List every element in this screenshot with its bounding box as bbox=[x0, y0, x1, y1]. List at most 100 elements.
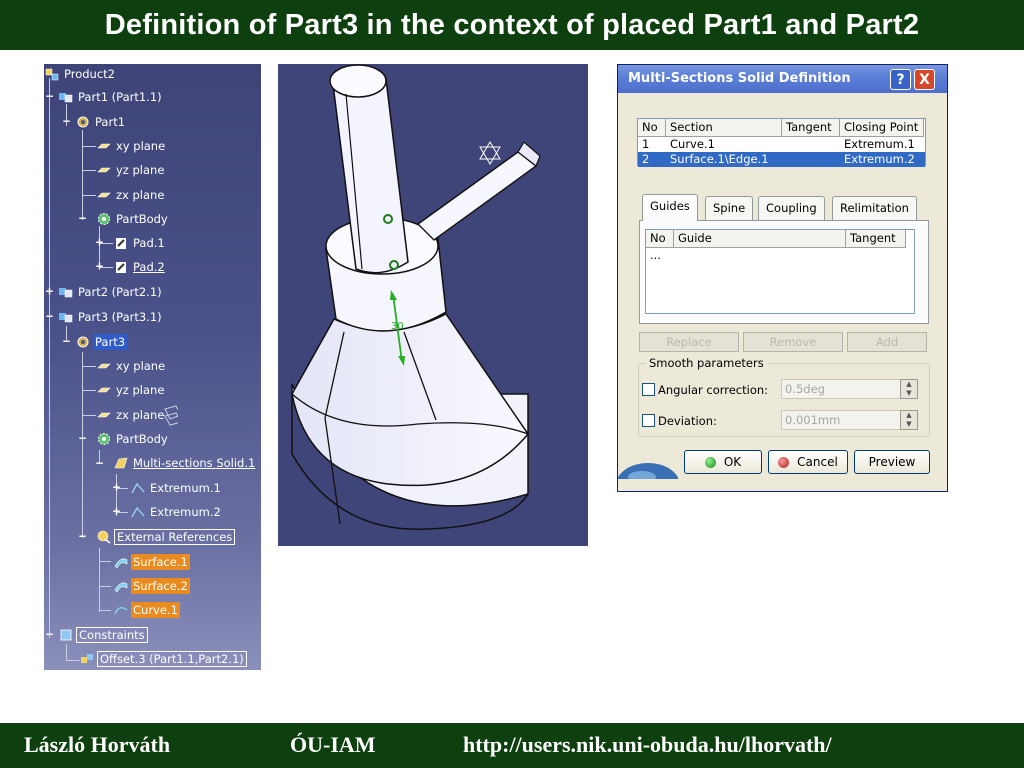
add-button[interactable]: Add bbox=[847, 332, 927, 352]
constraints-icon bbox=[58, 627, 74, 643]
expand-icon[interactable]: + bbox=[112, 481, 121, 493]
3d-model: 30 bbox=[291, 64, 541, 531]
column-header-no[interactable]: No bbox=[638, 119, 666, 137]
deviation-input[interactable]: 0.001mm bbox=[781, 410, 906, 430]
collapse-icon[interactable]: − bbox=[45, 628, 54, 640]
dialog-title: Multi-Sections Solid Definition bbox=[628, 71, 851, 86]
sections-list[interactable]: No Section Tangent Closing Point 1 Curve… bbox=[637, 118, 926, 167]
table-row-selected[interactable]: 2 Surface.1\Edge.1 Extremum.2 bbox=[638, 152, 925, 167]
list-item[interactable]: ... bbox=[646, 248, 914, 263]
cancel-button[interactable]: Cancel bbox=[768, 450, 848, 474]
close-button[interactable]: X bbox=[914, 69, 935, 90]
column-header-closing-point[interactable]: Closing Point bbox=[840, 119, 924, 137]
gear-icon bbox=[75, 334, 91, 350]
tree-item-product2[interactable]: Product2 bbox=[44, 64, 117, 84]
external-references-icon bbox=[96, 529, 112, 545]
column-header-tangent[interactable]: Tangent bbox=[782, 119, 840, 137]
column-header-no[interactable]: No bbox=[646, 230, 674, 248]
tree-item-part1-yz-plane[interactable]: yz plane bbox=[96, 160, 166, 180]
tree-item-part2-instance[interactable]: Part2 (Part2.1) bbox=[58, 282, 164, 302]
angular-correction-label: Angular correction: bbox=[658, 383, 769, 397]
angular-correction-spinner[interactable]: ▲ ▼ bbox=[900, 379, 918, 399]
plane-icon bbox=[96, 358, 112, 374]
tree-item-part3-zx-plane[interactable]: zx plane bbox=[96, 405, 180, 426]
collapse-icon[interactable]: − bbox=[95, 457, 104, 469]
table-row[interactable]: 1 Curve.1 Extremum.1 bbox=[638, 137, 925, 152]
tree-item-part3-partbody[interactable]: PartBody bbox=[96, 429, 170, 449]
collapse-icon[interactable]: − bbox=[78, 530, 87, 542]
multisection-icon bbox=[113, 455, 129, 471]
collapse-icon[interactable]: − bbox=[78, 432, 87, 444]
angular-correction-input[interactable]: 0.5deg bbox=[781, 379, 906, 399]
angular-correction-checkbox[interactable] bbox=[642, 383, 655, 396]
tree-item-part1-xy-plane[interactable]: xy plane bbox=[96, 136, 167, 156]
tree-item-part1-instance[interactable]: Part1 (Part1.1) bbox=[58, 87, 164, 107]
component-icon bbox=[58, 284, 74, 300]
plane-icon bbox=[96, 407, 112, 423]
expand-icon[interactable]: + bbox=[112, 505, 121, 517]
plane-icon bbox=[96, 138, 112, 154]
tree-item-external-references[interactable]: External References bbox=[96, 527, 236, 547]
tab-guides[interactable]: Guides bbox=[642, 194, 698, 221]
component-icon bbox=[58, 89, 74, 105]
column-header-section[interactable]: Section bbox=[666, 119, 782, 137]
expand-icon[interactable]: + bbox=[45, 285, 54, 297]
collapse-icon[interactable]: − bbox=[45, 310, 54, 322]
curve-icon bbox=[130, 480, 146, 496]
tree-item-multisections-solid[interactable]: Multi-sections Solid.1 bbox=[113, 453, 257, 473]
deviation-spinner[interactable]: ▲ ▼ bbox=[900, 410, 918, 430]
preview-button[interactable]: Preview bbox=[854, 450, 930, 474]
expand-icon[interactable]: + bbox=[95, 236, 104, 248]
tree-item-part3[interactable]: Part3 bbox=[75, 332, 128, 352]
tree-item-pad2[interactable]: Pad.2 bbox=[113, 257, 167, 277]
offset-constraint-icon bbox=[79, 651, 95, 667]
tree-item-part3-instance[interactable]: Part3 (Part3.1) bbox=[58, 307, 164, 327]
tab-spine[interactable]: Spine bbox=[705, 196, 754, 220]
product-icon bbox=[44, 66, 60, 82]
tree-item-extremum1[interactable]: Extremum.1 bbox=[130, 478, 223, 498]
collapse-icon[interactable]: − bbox=[62, 115, 71, 127]
tree-item-extremum2[interactable]: Extremum.2 bbox=[130, 502, 223, 522]
pad-icon bbox=[113, 235, 129, 251]
collapse-icon[interactable]: − bbox=[78, 212, 87, 224]
dialog-titlebar[interactable]: Multi-Sections Solid Definition ? X bbox=[618, 65, 947, 93]
partbody-gear-icon bbox=[96, 211, 112, 227]
tree-item-part3-yz-plane[interactable]: yz plane bbox=[96, 380, 166, 400]
deviation-label: Deviation: bbox=[658, 414, 717, 428]
partbody-gear-icon bbox=[96, 431, 112, 447]
tree-item-surface1[interactable]: Surface.1 bbox=[113, 552, 190, 572]
tree-item-offset3[interactable]: Offset.3 (Part1.1,Part2.1) bbox=[79, 649, 247, 669]
plane-preview-icon bbox=[162, 405, 179, 426]
tab-coupling[interactable]: Coupling bbox=[758, 196, 825, 220]
guides-list[interactable]: No Guide Tangent ... bbox=[645, 229, 915, 314]
specification-tree[interactable]: − − − + + + − − − − + + − − Product2 Par… bbox=[44, 64, 261, 670]
collapse-icon[interactable]: − bbox=[45, 90, 54, 102]
footer-url[interactable]: http://users.nik.uni-obuda.hu/lhorvath/ bbox=[463, 732, 832, 758]
column-header-tangent[interactable]: Tangent bbox=[846, 230, 906, 248]
smooth-parameters-title: Smooth parameters bbox=[646, 356, 767, 370]
replace-button[interactable]: Replace bbox=[639, 332, 739, 352]
tree-item-curve1[interactable]: Curve.1 bbox=[113, 600, 180, 620]
deviation-checkbox[interactable] bbox=[642, 414, 655, 427]
cancel-icon bbox=[778, 456, 790, 468]
gear-icon bbox=[75, 114, 91, 130]
tree-item-surface2[interactable]: Surface.2 bbox=[113, 576, 190, 596]
collapse-icon[interactable]: − bbox=[62, 335, 71, 347]
dimension-label: 30 bbox=[391, 321, 404, 332]
tree-item-part1-partbody[interactable]: PartBody bbox=[96, 209, 170, 229]
tree-item-pad1[interactable]: Pad.1 bbox=[113, 233, 167, 253]
tree-item-part1-zx-plane[interactable]: zx plane bbox=[96, 185, 166, 205]
tree-item-part1[interactable]: Part1 bbox=[75, 112, 127, 132]
tree-item-part3-xy-plane[interactable]: xy plane bbox=[96, 356, 167, 376]
expand-icon[interactable]: + bbox=[95, 260, 104, 272]
column-header-guide[interactable]: Guide bbox=[674, 230, 846, 248]
help-button[interactable]: ? bbox=[890, 69, 911, 90]
3d-viewport[interactable]: 30 bbox=[278, 64, 588, 546]
ok-button[interactable]: OK bbox=[684, 450, 762, 474]
plane-icon bbox=[96, 162, 112, 178]
tab-relimitation[interactable]: Relimitation bbox=[832, 196, 917, 220]
tree-item-constraints[interactable]: Constraints bbox=[58, 625, 148, 645]
remove-button[interactable]: Remove bbox=[743, 332, 843, 352]
slide-title: Definition of Part3 in the context of pl… bbox=[104, 8, 920, 41]
multi-sections-solid-dialog[interactable]: Multi-Sections Solid Definition ? X No S… bbox=[617, 64, 948, 492]
